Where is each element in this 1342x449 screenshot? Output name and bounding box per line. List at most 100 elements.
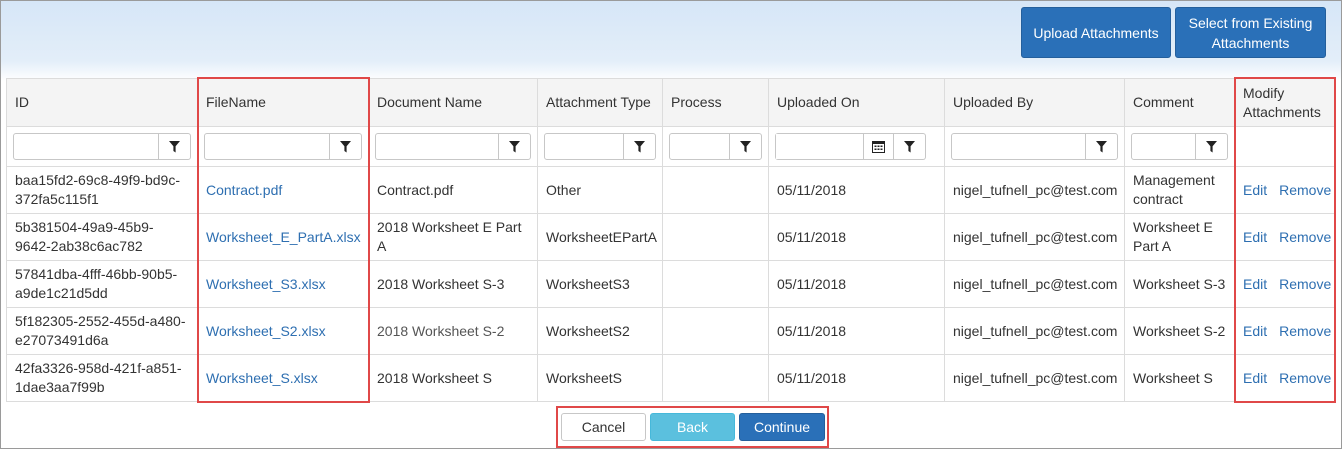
- cell-uploaded-on: 05/11/2018: [768, 260, 945, 308]
- cell-modify-attachments: Edit Remove: [1234, 354, 1336, 402]
- continue-button[interactable]: Continue: [739, 413, 825, 441]
- cell-process: [662, 166, 769, 214]
- filter-icon[interactable]: [498, 134, 530, 159]
- cell-process: [662, 213, 769, 261]
- filter-uploaded-by-input[interactable]: [952, 134, 1085, 159]
- cell-attachment-type: WorksheetEPartA: [537, 213, 663, 261]
- cell-filename: Worksheet_S2.xlsx: [197, 307, 369, 355]
- filter-icon[interactable]: [894, 133, 926, 160]
- attachments-grid: ID FileName Document Name Attachment Typ…: [6, 78, 1336, 402]
- cell-uploaded-on: 05/11/2018: [768, 354, 945, 402]
- table-row: 5b381504-49a9-45b9-9642-2ab38c6ac782 Wor…: [6, 213, 1336, 261]
- filename-link[interactable]: Worksheet_E_PartA.xlsx: [206, 229, 361, 245]
- filter-attachment-type-input[interactable]: [545, 134, 623, 159]
- cell-id: 42fa3326-958d-421f-a851-1dae3aa7f99b: [6, 354, 198, 402]
- remove-link[interactable]: Remove: [1279, 182, 1331, 198]
- table-row: baa15fd2-69c8-49f9-bd9c-372fa5c115f1 Con…: [6, 166, 1336, 214]
- cell-uploaded-by: nigel_tufnell_pc@test.com: [944, 260, 1125, 308]
- date-picker: [775, 133, 894, 160]
- filter-uploaded-on: [775, 133, 938, 160]
- select-existing-attachments-button[interactable]: Select from Existing Attachments: [1175, 7, 1326, 58]
- filter-icon[interactable]: [1195, 134, 1227, 159]
- edit-link[interactable]: Edit: [1243, 276, 1267, 292]
- filter-icon[interactable]: [158, 134, 190, 159]
- filter-document-name: [375, 133, 531, 160]
- cell-process: [662, 354, 769, 402]
- column-header-filename[interactable]: FileName: [197, 78, 369, 127]
- cell-document-name: Contract.pdf: [368, 166, 538, 214]
- edit-link[interactable]: Edit: [1243, 229, 1267, 245]
- filter-process-input[interactable]: [670, 134, 729, 159]
- edit-link[interactable]: Edit: [1243, 370, 1267, 386]
- filter-uploaded-on-input[interactable]: [776, 134, 863, 159]
- filter-icon[interactable]: [729, 134, 761, 159]
- cancel-button[interactable]: Cancel: [561, 413, 646, 441]
- column-header-modify-attachments: Modify Attachments: [1234, 78, 1336, 127]
- filter-uploaded-by: [951, 133, 1118, 160]
- cell-attachment-type: WorksheetS3: [537, 260, 663, 308]
- table-row: 5f182305-2552-455d-a480-e27073491d6a Wor…: [6, 307, 1336, 355]
- cell-filename: Worksheet_S3.xlsx: [197, 260, 369, 308]
- filter-id: [13, 133, 191, 160]
- filter-comment-input[interactable]: [1132, 134, 1195, 159]
- filename-link[interactable]: Contract.pdf: [206, 182, 282, 198]
- table-row: 42fa3326-958d-421f-a851-1dae3aa7f99b Wor…: [6, 354, 1336, 402]
- calendar-icon[interactable]: [863, 134, 893, 159]
- top-actions: Upload Attachments Select from Existing …: [1021, 7, 1326, 58]
- back-button[interactable]: Back: [650, 413, 735, 441]
- cell-comment: Worksheet E Part A: [1124, 213, 1235, 261]
- cell-uploaded-by: nigel_tufnell_pc@test.com: [944, 166, 1125, 214]
- filter-row: [6, 126, 1336, 167]
- cell-modify-attachments: Edit Remove: [1234, 260, 1336, 308]
- edit-link[interactable]: Edit: [1243, 182, 1267, 198]
- cell-uploaded-by: nigel_tufnell_pc@test.com: [944, 213, 1125, 261]
- upload-attachments-button[interactable]: Upload Attachments: [1021, 7, 1171, 58]
- attachments-panel: Upload Attachments Select from Existing …: [0, 0, 1342, 449]
- cell-attachment-type: WorksheetS: [537, 354, 663, 402]
- cell-document-name: 2018 Worksheet S-3: [368, 260, 538, 308]
- column-header-process[interactable]: Process: [662, 78, 769, 127]
- edit-link[interactable]: Edit: [1243, 323, 1267, 339]
- filter-icon[interactable]: [329, 134, 361, 159]
- filter-cell-modify-attachments: [1234, 126, 1336, 167]
- cell-process: [662, 260, 769, 308]
- filter-cell-process: [662, 126, 769, 167]
- cell-comment: Worksheet S-2: [1124, 307, 1235, 355]
- filter-document-name-input[interactable]: [376, 134, 498, 159]
- filter-cell-uploaded-on: [768, 126, 945, 167]
- cell-filename: Contract.pdf: [197, 166, 369, 214]
- column-header-document-name[interactable]: Document Name: [368, 78, 538, 127]
- cell-document-name: 2018 Worksheet S-2: [368, 307, 538, 355]
- cell-id: 5b381504-49a9-45b9-9642-2ab38c6ac782: [6, 213, 198, 261]
- filter-cell-filename: [197, 126, 369, 167]
- column-header-id[interactable]: ID: [6, 78, 198, 127]
- cell-modify-attachments: Edit Remove: [1234, 166, 1336, 214]
- remove-link[interactable]: Remove: [1279, 370, 1331, 386]
- column-header-uploaded-by[interactable]: Uploaded By: [944, 78, 1125, 127]
- filter-cell-document-name: [368, 126, 538, 167]
- filter-attachment-type: [544, 133, 656, 160]
- filter-icon[interactable]: [623, 134, 655, 159]
- filter-filename: [204, 133, 362, 160]
- cell-uploaded-on: 05/11/2018: [768, 166, 945, 214]
- remove-link[interactable]: Remove: [1279, 276, 1331, 292]
- cell-filename: Worksheet_E_PartA.xlsx: [197, 213, 369, 261]
- filter-comment: [1131, 133, 1228, 160]
- cell-comment: Worksheet S: [1124, 354, 1235, 402]
- column-header-comment[interactable]: Comment: [1124, 78, 1235, 127]
- cell-modify-attachments: Edit Remove: [1234, 213, 1336, 261]
- filter-filename-input[interactable]: [205, 134, 329, 159]
- filter-icon[interactable]: [1085, 134, 1117, 159]
- remove-link[interactable]: Remove: [1279, 323, 1331, 339]
- filename-link[interactable]: Worksheet_S2.xlsx: [206, 323, 326, 339]
- filter-cell-uploaded-by: [944, 126, 1125, 167]
- cell-process: [662, 307, 769, 355]
- cell-id: 5f182305-2552-455d-a480-e27073491d6a: [6, 307, 198, 355]
- filename-link[interactable]: Worksheet_S.xlsx: [206, 370, 318, 386]
- column-header-attachment-type[interactable]: Attachment Type: [537, 78, 663, 127]
- column-header-uploaded-on[interactable]: Uploaded On: [768, 78, 945, 127]
- remove-link[interactable]: Remove: [1279, 229, 1331, 245]
- filename-link[interactable]: Worksheet_S3.xlsx: [206, 276, 326, 292]
- footer-actions: Cancel Back Continue: [561, 413, 825, 441]
- filter-id-input[interactable]: [14, 134, 158, 159]
